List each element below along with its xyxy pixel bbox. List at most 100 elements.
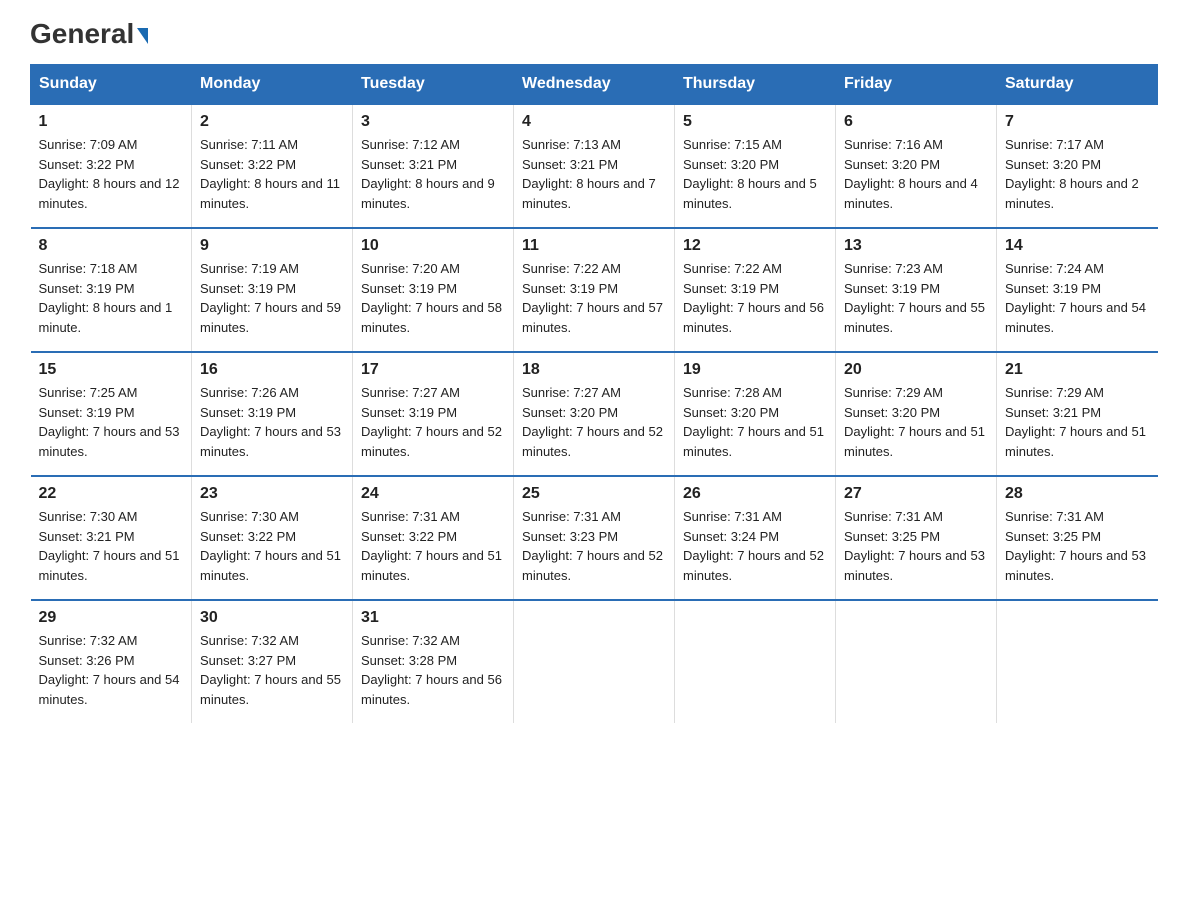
- day-number: 7: [1005, 113, 1150, 131]
- day-cell: [514, 600, 675, 723]
- day-number: 13: [844, 237, 988, 255]
- day-cell: 11 Sunrise: 7:22 AMSunset: 3:19 PMDaylig…: [514, 228, 675, 352]
- day-info: Sunrise: 7:28 AMSunset: 3:20 PMDaylight:…: [683, 385, 824, 459]
- day-info: Sunrise: 7:31 AMSunset: 3:24 PMDaylight:…: [683, 509, 824, 583]
- day-cell: 5 Sunrise: 7:15 AMSunset: 3:20 PMDayligh…: [675, 104, 836, 228]
- day-number: 16: [200, 361, 344, 379]
- day-cell: 3 Sunrise: 7:12 AMSunset: 3:21 PMDayligh…: [353, 104, 514, 228]
- day-info: Sunrise: 7:31 AMSunset: 3:25 PMDaylight:…: [844, 509, 985, 583]
- day-info: Sunrise: 7:30 AMSunset: 3:22 PMDaylight:…: [200, 509, 341, 583]
- day-cell: 9 Sunrise: 7:19 AMSunset: 3:19 PMDayligh…: [192, 228, 353, 352]
- day-number: 11: [522, 237, 666, 255]
- day-cell: 13 Sunrise: 7:23 AMSunset: 3:19 PMDaylig…: [836, 228, 997, 352]
- day-number: 3: [361, 113, 505, 131]
- day-cell: [675, 600, 836, 723]
- week-row-4: 22 Sunrise: 7:30 AMSunset: 3:21 PMDaylig…: [31, 476, 1158, 600]
- day-info: Sunrise: 7:23 AMSunset: 3:19 PMDaylight:…: [844, 261, 985, 335]
- day-number: 20: [844, 361, 988, 379]
- day-info: Sunrise: 7:17 AMSunset: 3:20 PMDaylight:…: [1005, 137, 1139, 211]
- day-number: 17: [361, 361, 505, 379]
- week-row-3: 15 Sunrise: 7:25 AMSunset: 3:19 PMDaylig…: [31, 352, 1158, 476]
- page-header: General: [30, 20, 1158, 44]
- day-cell: [997, 600, 1158, 723]
- day-number: 5: [683, 113, 827, 131]
- day-cell: 10 Sunrise: 7:20 AMSunset: 3:19 PMDaylig…: [353, 228, 514, 352]
- day-cell: 7 Sunrise: 7:17 AMSunset: 3:20 PMDayligh…: [997, 104, 1158, 228]
- day-cell: 30 Sunrise: 7:32 AMSunset: 3:27 PMDaylig…: [192, 600, 353, 723]
- day-cell: 20 Sunrise: 7:29 AMSunset: 3:20 PMDaylig…: [836, 352, 997, 476]
- day-number: 4: [522, 113, 666, 131]
- day-info: Sunrise: 7:18 AMSunset: 3:19 PMDaylight:…: [39, 261, 173, 335]
- header-monday: Monday: [192, 65, 353, 105]
- day-info: Sunrise: 7:32 AMSunset: 3:27 PMDaylight:…: [200, 633, 341, 707]
- day-cell: 28 Sunrise: 7:31 AMSunset: 3:25 PMDaylig…: [997, 476, 1158, 600]
- day-info: Sunrise: 7:20 AMSunset: 3:19 PMDaylight:…: [361, 261, 502, 335]
- day-info: Sunrise: 7:32 AMSunset: 3:26 PMDaylight:…: [39, 633, 180, 707]
- day-info: Sunrise: 7:32 AMSunset: 3:28 PMDaylight:…: [361, 633, 502, 707]
- day-number: 25: [522, 485, 666, 503]
- day-cell: 22 Sunrise: 7:30 AMSunset: 3:21 PMDaylig…: [31, 476, 192, 600]
- day-cell: 2 Sunrise: 7:11 AMSunset: 3:22 PMDayligh…: [192, 104, 353, 228]
- day-cell: 4 Sunrise: 7:13 AMSunset: 3:21 PMDayligh…: [514, 104, 675, 228]
- logo: General: [30, 20, 148, 44]
- day-number: 27: [844, 485, 988, 503]
- day-info: Sunrise: 7:22 AMSunset: 3:19 PMDaylight:…: [683, 261, 824, 335]
- header-row: SundayMondayTuesdayWednesdayThursdayFrid…: [31, 65, 1158, 105]
- day-number: 8: [39, 237, 184, 255]
- day-info: Sunrise: 7:16 AMSunset: 3:20 PMDaylight:…: [844, 137, 978, 211]
- day-number: 28: [1005, 485, 1150, 503]
- day-info: Sunrise: 7:30 AMSunset: 3:21 PMDaylight:…: [39, 509, 180, 583]
- day-info: Sunrise: 7:19 AMSunset: 3:19 PMDaylight:…: [200, 261, 341, 335]
- day-info: Sunrise: 7:24 AMSunset: 3:19 PMDaylight:…: [1005, 261, 1146, 335]
- day-number: 29: [39, 609, 184, 627]
- day-cell: 24 Sunrise: 7:31 AMSunset: 3:22 PMDaylig…: [353, 476, 514, 600]
- day-number: 21: [1005, 361, 1150, 379]
- day-info: Sunrise: 7:26 AMSunset: 3:19 PMDaylight:…: [200, 385, 341, 459]
- day-cell: 17 Sunrise: 7:27 AMSunset: 3:19 PMDaylig…: [353, 352, 514, 476]
- day-info: Sunrise: 7:12 AMSunset: 3:21 PMDaylight:…: [361, 137, 495, 211]
- day-info: Sunrise: 7:29 AMSunset: 3:20 PMDaylight:…: [844, 385, 985, 459]
- week-row-1: 1 Sunrise: 7:09 AMSunset: 3:22 PMDayligh…: [31, 104, 1158, 228]
- day-number: 23: [200, 485, 344, 503]
- day-info: Sunrise: 7:09 AMSunset: 3:22 PMDaylight:…: [39, 137, 180, 211]
- day-info: Sunrise: 7:29 AMSunset: 3:21 PMDaylight:…: [1005, 385, 1146, 459]
- day-number: 24: [361, 485, 505, 503]
- day-cell: [836, 600, 997, 723]
- day-cell: 19 Sunrise: 7:28 AMSunset: 3:20 PMDaylig…: [675, 352, 836, 476]
- day-cell: 25 Sunrise: 7:31 AMSunset: 3:23 PMDaylig…: [514, 476, 675, 600]
- day-cell: 12 Sunrise: 7:22 AMSunset: 3:19 PMDaylig…: [675, 228, 836, 352]
- day-number: 18: [522, 361, 666, 379]
- day-info: Sunrise: 7:22 AMSunset: 3:19 PMDaylight:…: [522, 261, 663, 335]
- day-number: 22: [39, 485, 184, 503]
- week-row-2: 8 Sunrise: 7:18 AMSunset: 3:19 PMDayligh…: [31, 228, 1158, 352]
- day-number: 1: [39, 113, 184, 131]
- day-number: 15: [39, 361, 184, 379]
- day-cell: 29 Sunrise: 7:32 AMSunset: 3:26 PMDaylig…: [31, 600, 192, 723]
- header-tuesday: Tuesday: [353, 65, 514, 105]
- logo-name: General: [30, 20, 148, 48]
- day-number: 2: [200, 113, 344, 131]
- day-info: Sunrise: 7:31 AMSunset: 3:23 PMDaylight:…: [522, 509, 663, 583]
- day-cell: 23 Sunrise: 7:30 AMSunset: 3:22 PMDaylig…: [192, 476, 353, 600]
- day-cell: 31 Sunrise: 7:32 AMSunset: 3:28 PMDaylig…: [353, 600, 514, 723]
- day-info: Sunrise: 7:27 AMSunset: 3:19 PMDaylight:…: [361, 385, 502, 459]
- day-number: 14: [1005, 237, 1150, 255]
- day-info: Sunrise: 7:11 AMSunset: 3:22 PMDaylight:…: [200, 137, 340, 211]
- day-info: Sunrise: 7:13 AMSunset: 3:21 PMDaylight:…: [522, 137, 656, 211]
- day-info: Sunrise: 7:25 AMSunset: 3:19 PMDaylight:…: [39, 385, 180, 459]
- header-wednesday: Wednesday: [514, 65, 675, 105]
- day-cell: 27 Sunrise: 7:31 AMSunset: 3:25 PMDaylig…: [836, 476, 997, 600]
- day-info: Sunrise: 7:27 AMSunset: 3:20 PMDaylight:…: [522, 385, 663, 459]
- day-number: 31: [361, 609, 505, 627]
- day-cell: 18 Sunrise: 7:27 AMSunset: 3:20 PMDaylig…: [514, 352, 675, 476]
- header-friday: Friday: [836, 65, 997, 105]
- day-cell: 15 Sunrise: 7:25 AMSunset: 3:19 PMDaylig…: [31, 352, 192, 476]
- day-info: Sunrise: 7:31 AMSunset: 3:22 PMDaylight:…: [361, 509, 502, 583]
- week-row-5: 29 Sunrise: 7:32 AMSunset: 3:26 PMDaylig…: [31, 600, 1158, 723]
- day-cell: 16 Sunrise: 7:26 AMSunset: 3:19 PMDaylig…: [192, 352, 353, 476]
- day-number: 12: [683, 237, 827, 255]
- header-saturday: Saturday: [997, 65, 1158, 105]
- day-cell: 14 Sunrise: 7:24 AMSunset: 3:19 PMDaylig…: [997, 228, 1158, 352]
- day-number: 19: [683, 361, 827, 379]
- day-number: 10: [361, 237, 505, 255]
